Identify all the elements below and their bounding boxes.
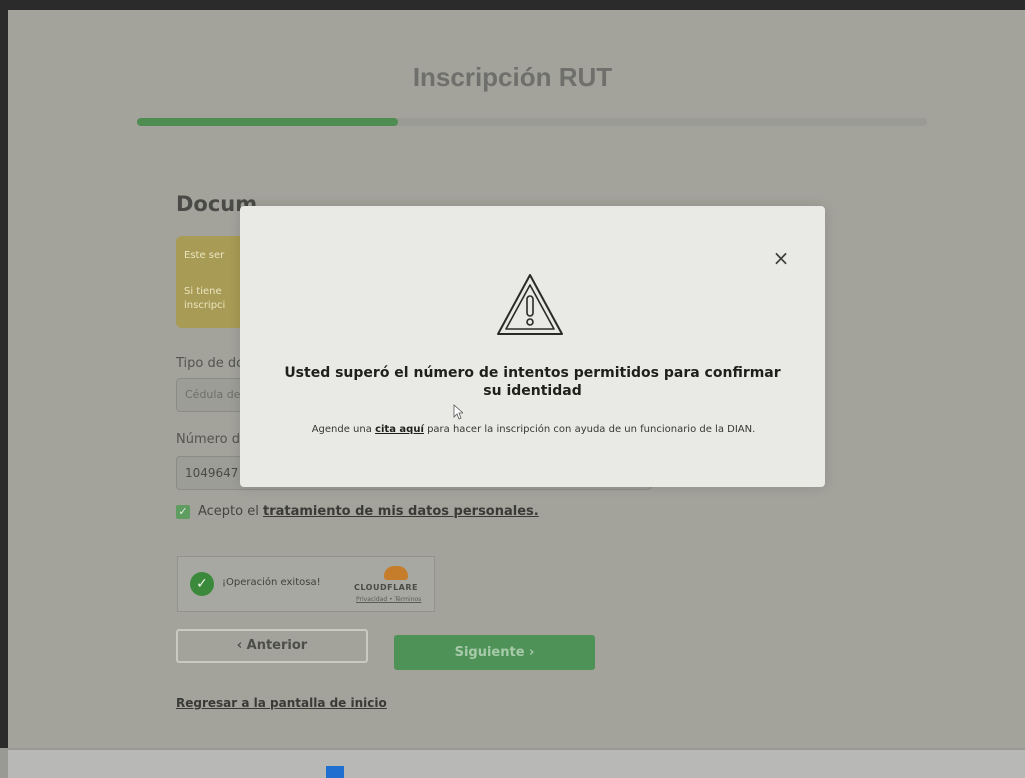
modal-body-prefix: Agende una <box>311 424 372 435</box>
captcha-links[interactable]: Privacidad • Términos <box>356 596 421 603</box>
consent-text: Acepto el tratamiento de mis datos perso… <box>198 504 539 519</box>
warning-triangle-icon <box>497 274 563 335</box>
taskbar <box>8 750 1025 778</box>
consent-checkbox[interactable]: ✓ <box>176 505 190 519</box>
previous-button[interactable]: ‹ Anterior <box>176 629 368 663</box>
mouse-cursor-icon <box>453 404 463 420</box>
close-icon[interactable]: × <box>770 247 792 269</box>
progress-bar-fill <box>137 118 398 126</box>
progress-bar <box>137 118 927 126</box>
modal-body-suffix: para hacer la inscripción con ayuda de u… <box>427 424 756 435</box>
info-line: Este ser <box>184 250 225 261</box>
page-title: Inscripción RUT <box>412 62 613 92</box>
consent-prefix: Acepto el <box>198 504 259 519</box>
modal-body: Agende una cita aquí para hacer la inscr… <box>246 424 821 435</box>
info-line: inscripci <box>184 300 226 311</box>
doc-type-value: Cédula de <box>185 388 241 401</box>
error-modal: × Usted superó el número de intentos per… <box>240 206 825 487</box>
captcha-status: ¡Operación exitosa! <box>222 577 321 588</box>
cloudflare-logo-icon <box>384 566 408 580</box>
doc-number-value: 1049647 <box>185 466 239 480</box>
info-line: Si tiene <box>184 286 222 297</box>
modal-title: Usted superó el número de intentos permi… <box>284 365 781 399</box>
next-button[interactable]: Siguiente › <box>394 635 595 670</box>
privacy-policy-link[interactable]: tratamiento de mis datos personales. <box>263 504 539 519</box>
cloudflare-brand: CLOUDFLARE <box>354 583 418 592</box>
back-to-home-link[interactable]: Regresar a la pantalla de inicio <box>176 696 387 710</box>
cloudflare-captcha[interactable]: ✓ ¡Operación exitosa! CLOUDFLARE Privaci… <box>177 556 435 612</box>
doc-type-label: Tipo de dc <box>176 356 244 371</box>
success-check-icon: ✓ <box>190 572 214 596</box>
appointment-link[interactable]: cita aquí <box>375 424 424 435</box>
doc-number-label: Número d <box>176 432 241 447</box>
windows-start-icon[interactable] <box>326 766 344 778</box>
